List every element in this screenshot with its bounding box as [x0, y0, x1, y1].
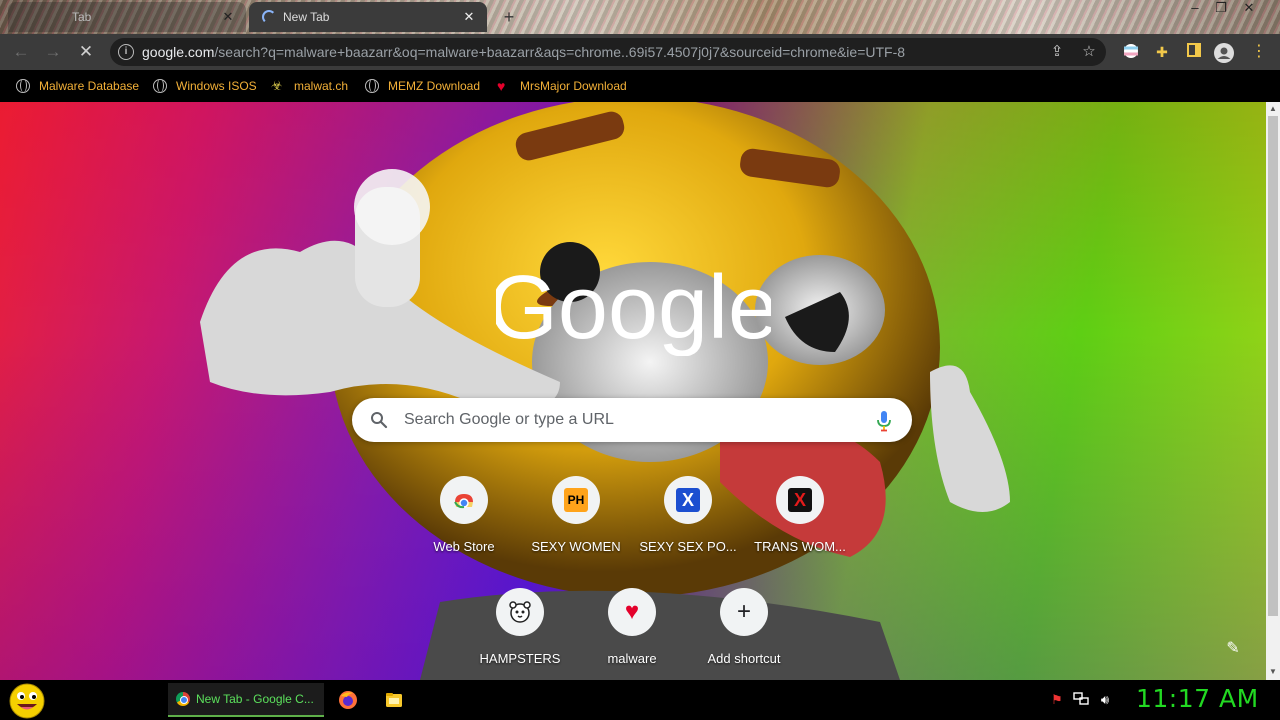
site-favicon: PH: [552, 476, 600, 524]
shortcut-sexy-sex-po[interactable]: X SEXY SEX PO...: [632, 476, 744, 576]
taskbar-clock[interactable]: 11:17 AM: [1136, 684, 1259, 713]
network-icon[interactable]: [1072, 692, 1090, 708]
add-shortcut-button[interactable]: + Add shortcut: [688, 588, 800, 680]
restore-window-icon[interactable]: ❐: [1208, 0, 1234, 18]
globe-icon: [16, 79, 30, 93]
globe-icon: [365, 79, 379, 93]
shortcut-hampsters[interactable]: HAMPSTERS: [464, 588, 576, 680]
tab-active[interactable]: New Tab ✕: [249, 2, 487, 32]
shortcut-label: malware: [607, 651, 657, 666]
forward-arrow-icon[interactable]: →: [41, 40, 65, 64]
heart-icon: ♥: [608, 588, 656, 636]
desktop-screen: Tab ✕ New Tab ✕ + – ❐ ✕ ← → ✕ i google.c…: [0, 0, 1280, 720]
chrome-icon: [176, 692, 190, 706]
close-tab-icon[interactable]: ✕: [220, 9, 236, 25]
bookmark-label: MEMZ Download: [388, 79, 481, 93]
search-input[interactable]: [404, 398, 864, 442]
taskbar-chrome-window[interactable]: New Tab - Google C...: [168, 683, 324, 717]
ph-icon: PH: [564, 488, 588, 512]
shortcut-label: SEXY SEX PO...: [639, 539, 737, 554]
share-icon[interactable]: ⇪: [1048, 43, 1066, 61]
biohazard-icon: ☣: [271, 78, 283, 93]
bookmark-memz-download[interactable]: MEMZ Download: [365, 77, 480, 95]
loading-spinner-icon: [262, 10, 276, 24]
taskbar-window-label: New Tab - Google C...: [196, 692, 314, 706]
heart-icon: ♥: [497, 78, 506, 94]
shortcut-label: TRANS WOM...: [754, 539, 846, 554]
site-info-icon[interactable]: i: [118, 44, 134, 60]
volume-icon[interactable]: 🔊︎: [1096, 692, 1114, 708]
bookmark-star-icon[interactable]: ☆: [1080, 43, 1098, 61]
close-window-icon[interactable]: ✕: [1236, 0, 1262, 18]
bookmark-label: MrsMajor Download: [520, 79, 627, 93]
start-button-smiley-icon[interactable]: [8, 682, 46, 720]
google-logo: Google: [496, 258, 771, 356]
site-favicon: X: [776, 476, 824, 524]
extensions-puzzle-icon[interactable]: ✚: [1153, 43, 1171, 61]
new-tab-button[interactable]: +: [498, 6, 520, 28]
web-store-icon: [440, 476, 488, 524]
address-bar-url[interactable]: google.com/search?q=malware+baazarr&oq=m…: [142, 44, 905, 60]
profile-avatar-icon[interactable]: [1214, 43, 1234, 63]
shortcut-web-store[interactable]: Web Store: [408, 476, 520, 576]
x-blue-icon: X: [676, 488, 700, 512]
file-explorer-icon[interactable]: [384, 690, 404, 710]
scroll-down-icon[interactable]: ▼: [1269, 668, 1277, 676]
stop-loading-icon[interactable]: ✕: [74, 40, 98, 64]
shortcut-malware[interactable]: ♥ malware: [576, 588, 688, 680]
bookmark-label: malwat.ch: [294, 79, 349, 93]
taskbar: New Tab - Google C... ⚑ 🔊︎ 11:17 AM: [0, 680, 1280, 720]
search-box[interactable]: [352, 398, 912, 442]
bookmark-malware-database[interactable]: Malware Database: [16, 77, 139, 95]
shortcut-label: SEXY WOMEN: [531, 539, 621, 554]
microphone-icon[interactable]: [874, 410, 894, 432]
scroll-up-icon[interactable]: ▲: [1269, 105, 1277, 113]
bookmark-windows-isos[interactable]: Windows ISOS: [153, 77, 257, 95]
globe-icon: [153, 79, 167, 93]
firefox-icon[interactable]: [338, 690, 358, 710]
shortcut-label: Add shortcut: [707, 651, 781, 666]
bookmark-mrsmajor-download[interactable]: ♥ MrsMajor Download: [497, 77, 627, 95]
shortcut-sexy-women[interactable]: PH SEXY WOMEN: [520, 476, 632, 576]
google-logo-text: Google: [496, 258, 771, 356]
x-red-icon: X: [788, 488, 812, 512]
shortcut-label: Web Store: [433, 539, 495, 554]
tab-inactive[interactable]: Tab ✕: [8, 2, 246, 32]
customize-pencil-icon[interactable]: ✎: [1224, 640, 1242, 658]
tab-strip: Tab ✕ New Tab ✕ + – ❐ ✕: [0, 0, 1280, 34]
action-center-flag-icon[interactable]: ⚑: [1048, 692, 1066, 708]
new-tab-page: Google Search Google or type a URL Web S…: [0, 102, 1266, 680]
address-bar[interactable]: i google.com/search?q=malware+baazarr&oq…: [110, 38, 1106, 66]
shortcut-label: HAMPSTERS: [479, 651, 561, 666]
close-tab-icon[interactable]: ✕: [461, 9, 477, 25]
scroll-thumb[interactable]: [1268, 116, 1278, 616]
shortcut-trans-wom[interactable]: X TRANS WOM...: [744, 476, 856, 576]
bookmark-label: Malware Database: [39, 79, 140, 93]
bookmark-malwat-ch[interactable]: ☣ malwat.ch: [271, 77, 348, 95]
tab-title: New Tab: [283, 10, 330, 24]
bookmark-label: Windows ISOS: [176, 79, 257, 93]
site-favicon: X: [664, 476, 712, 524]
side-panel-icon[interactable]: [1185, 43, 1203, 61]
search-icon: [371, 412, 388, 429]
browser-toolbar: ← → ✕ i google.com/search?q=malware+baaz…: [0, 34, 1280, 70]
bookmarks-bar: Malware Database Windows ISOS ☣ malwat.c…: [0, 70, 1280, 102]
page-scrollbar[interactable]: ▲ ▼: [1266, 102, 1280, 680]
plus-icon: +: [720, 588, 768, 636]
tab-title: Tab: [72, 10, 92, 24]
back-arrow-icon[interactable]: ←: [9, 40, 33, 64]
hamster-icon: [496, 588, 544, 636]
menu-dots-icon[interactable]: ⋮: [1250, 43, 1268, 61]
extension-flag-icon[interactable]: [1122, 43, 1140, 61]
minimize-window-icon[interactable]: –: [1182, 0, 1208, 18]
